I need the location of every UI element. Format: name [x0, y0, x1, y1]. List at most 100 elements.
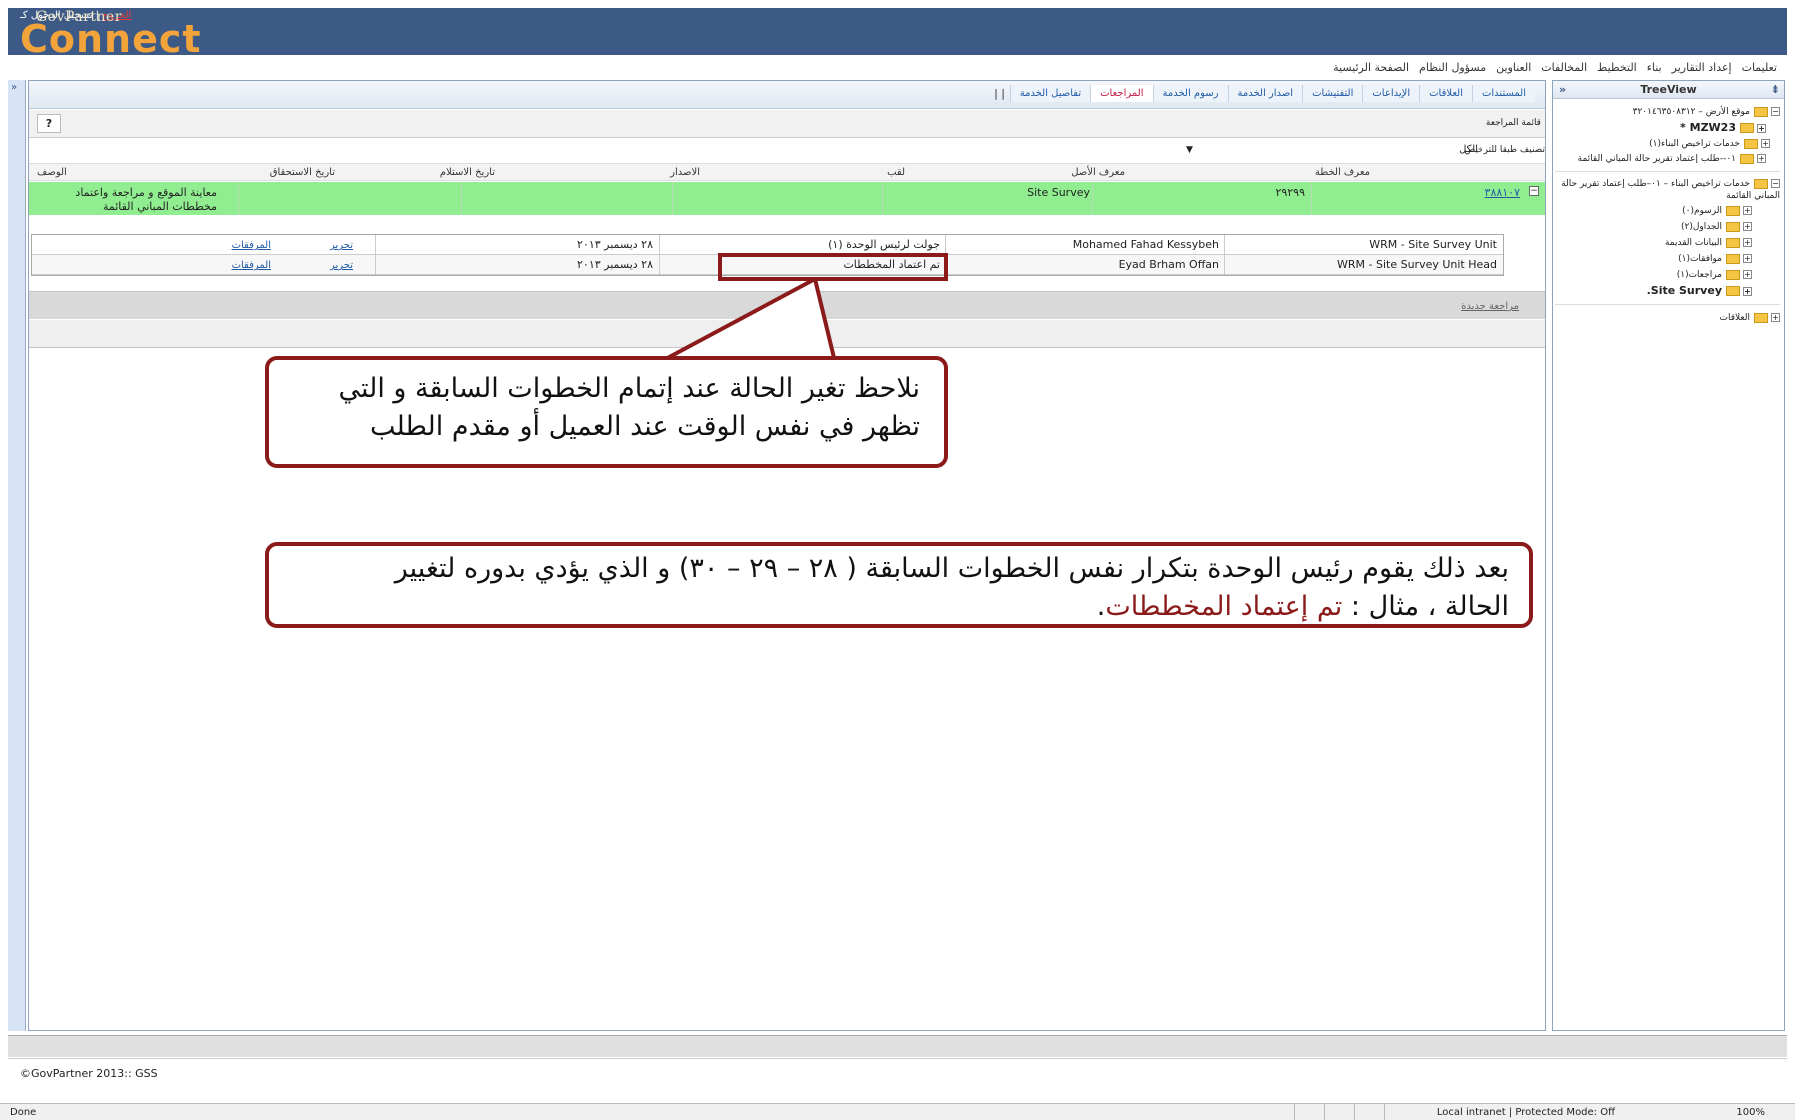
tree-node[interactable]: +٠١--طلب إعتماد تقرير حالة المباني القائ… [1555, 153, 1766, 165]
tree-node[interactable]: − موقع الأرض – ٣٢٠١٤٦٣٥٠٨٣١٢ [1555, 105, 1780, 119]
col-version[interactable]: الاصدار [670, 167, 700, 178]
bottom-strip [8, 1035, 1787, 1057]
tree-node[interactable]: + خدمات تراخيص البناء(١) [1555, 137, 1770, 151]
menu-item[interactable]: المخالفات [1541, 61, 1587, 74]
folder-icon [1726, 269, 1740, 280]
tab-6[interactable]: العلاقات [1419, 85, 1472, 102]
security-zone[interactable]: Local intranet | Protected Mode: Off [1437, 1107, 1615, 1118]
app-header: الخروج | تسجيل الدخول كـ GovPartner Conn… [8, 8, 1787, 58]
col-asset-id[interactable]: معرف الأصل [1071, 167, 1125, 178]
col-received-date[interactable]: تاريخ الاستلام [440, 167, 495, 178]
tree-view-header: » TreeView ⇟ [1553, 81, 1784, 99]
expand-node-icon[interactable]: + [1743, 206, 1752, 215]
callout1-line1: نلاحظ تغير الحالة عند إتمام الخطوات السا… [338, 373, 920, 404]
tab-1[interactable]: المراجعات [1090, 85, 1153, 102]
expand-node-icon[interactable]: + [1757, 123, 1766, 133]
review-list-title: قائمة المراجعة [1485, 118, 1541, 128]
tree-node-label: الرسوم(٠) [1682, 206, 1722, 216]
tab-2[interactable]: رسوم الخدمة [1152, 85, 1228, 102]
col-title[interactable]: لقب [887, 167, 905, 178]
menu-item[interactable]: إعداد التقارير [1672, 61, 1732, 74]
callout2-prefix: الحالة ، مثال : [1342, 591, 1509, 622]
annotation-callout-status-change: نلاحظ تغير الحالة عند إتمام الخطوات السا… [265, 356, 948, 468]
menu-item[interactable]: التخطيط [1597, 61, 1637, 74]
edit-link[interactable]: تحرير [330, 260, 353, 271]
row-plan-id: ٢٩٢٩٩ [1275, 186, 1305, 199]
expand-node-icon[interactable]: + [1743, 286, 1752, 296]
expand-node-icon[interactable]: + [1743, 254, 1752, 263]
folder-icon [1726, 205, 1740, 216]
help-button[interactable]: ? [37, 114, 61, 133]
tab-4[interactable]: التفتيشات [1302, 85, 1363, 102]
plan-link[interactable]: ٣٨٨١٠٧ [1485, 186, 1520, 199]
expand-node-icon[interactable]: − [1771, 107, 1780, 116]
tab-strip: تفاصيل الخدمة المراجعات رسوم الخدمة اصدار ا… [29, 81, 1545, 109]
menu-item[interactable]: بناء [1647, 61, 1662, 74]
pin-icon[interactable]: ⇟ [1771, 81, 1780, 98]
expand-node-icon[interactable]: + [1743, 238, 1752, 247]
review-step-row[interactable]: WRM - Site Survey Unit Mohamed Fahad Kes… [32, 235, 1503, 255]
expand-node-icon[interactable]: + [1771, 313, 1780, 322]
tab-7[interactable]: المستندات [1471, 85, 1535, 102]
zoom-level[interactable]: 100% [1736, 1107, 1765, 1118]
folder-icon [1740, 153, 1754, 164]
expand-icon[interactable]: » [11, 82, 17, 93]
tree-node-label: العلاقات [1719, 313, 1750, 323]
tree-node-label: Site Survey. [1646, 284, 1722, 297]
tree-node[interactable]: + البيانات القديمة [1555, 236, 1752, 250]
expand-node-icon[interactable]: + [1743, 270, 1752, 279]
folder-icon [1754, 312, 1768, 323]
tab-0[interactable]: تفاصيل الخدمة [1009, 85, 1091, 102]
tab-5[interactable]: الإيداعات [1362, 85, 1420, 102]
license-filter-select[interactable]: الكل ▼ [1183, 142, 1483, 158]
row-title: Site Survey [1027, 186, 1090, 199]
menu-item[interactable]: مسؤول النظام [1419, 61, 1486, 74]
step-status: جولت لرئيس الوحدة (١) [828, 238, 940, 251]
tree-node[interactable]: + مراجعات(١) [1555, 268, 1752, 282]
tree-node-label: MZW23 * [1680, 121, 1736, 134]
tree-node-label: خدمات تراخيص البناء – ٠١–طلب إعتماد تقري… [1561, 179, 1780, 201]
col-due-date[interactable]: تاريخ الاستحقاق [270, 167, 335, 178]
collapse-pane-icon[interactable]: » [1559, 81, 1566, 98]
expand-node-icon[interactable]: − [1771, 179, 1780, 188]
tree-node[interactable]: + الجداول(٢) [1555, 220, 1752, 234]
expand-node-icon[interactable]: + [1743, 222, 1752, 231]
step-unit: WRM - Site Survey Unit Head [1337, 258, 1497, 271]
tree-view-panel: » TreeView ⇟ − موقع الأرض – ٣٢٠١٤٦٣٥٠٨٣١٢… [1552, 80, 1785, 1031]
tree-node[interactable]: −خدمات تراخيص البناء – ٠١–طلب إعتماد تقر… [1555, 178, 1780, 202]
copyright: ©GovPartner 2013:: GSS [20, 1067, 158, 1080]
tree-view-title: TreeView [1640, 83, 1697, 96]
footer: ©GovPartner 2013:: GSS [8, 1058, 1787, 1088]
chevron-down-icon[interactable]: ▼ [1186, 143, 1193, 157]
new-review-link[interactable]: مراجعة جديدة [1461, 301, 1519, 312]
collapsed-left-pane[interactable]: » [8, 80, 26, 1031]
tree-node[interactable]: + العلاقات [1555, 311, 1780, 325]
col-plan-id[interactable]: معرف الخطة [1315, 167, 1370, 178]
folder-icon [1726, 253, 1740, 264]
tree-node[interactable]: + الرسوم(٠) [1555, 204, 1752, 218]
attachments-link[interactable]: المرفقات [232, 260, 271, 271]
menu-item[interactable]: الصفحة الرئيسية [1333, 61, 1409, 74]
main-menu: الصفحة الرئيسية مسؤول النظام العناوين المخا… [8, 56, 1787, 80]
folder-icon [1754, 106, 1768, 117]
edit-link[interactable]: تحرير [330, 240, 353, 251]
tree-node-label: ٠١--طلب إعتماد تقرير حالة المباني القائم… [1577, 154, 1736, 164]
step-person: Mohamed Fahad Kessybeh [1072, 238, 1219, 251]
menu-item[interactable]: العناوين [1496, 61, 1531, 74]
expand-node-icon[interactable]: + [1757, 154, 1766, 163]
col-description[interactable]: الوصف [37, 167, 67, 178]
status-done: Done [10, 1107, 37, 1118]
tab-3[interactable]: اصدار الخدمة [1227, 85, 1303, 102]
row-description: معاينة الموقع و مراجعة واعتماد مخططات ال… [75, 186, 217, 213]
browser-status-bar: Done Local intranet | Protected Mode: Of… [0, 1103, 1795, 1120]
attachments-link[interactable]: المرفقات [232, 240, 271, 251]
step-unit: WRM - Site Survey Unit [1369, 238, 1497, 251]
collapse-icon[interactable]: − [1529, 186, 1539, 196]
tree-node[interactable]: + MZW23 * [1555, 121, 1766, 135]
table-row[interactable]: − ٣٨٨١٠٧ ٢٩٢٩٩ Site Survey معاينة الموقع… [29, 182, 1545, 215]
menu-item[interactable]: تعليمات [1742, 61, 1777, 74]
folder-icon [1754, 178, 1768, 189]
tree-node[interactable]: + موافقات(١) [1555, 252, 1752, 266]
expand-node-icon[interactable]: + [1761, 139, 1770, 148]
tree-node[interactable]: + Site Survey. [1555, 284, 1752, 298]
